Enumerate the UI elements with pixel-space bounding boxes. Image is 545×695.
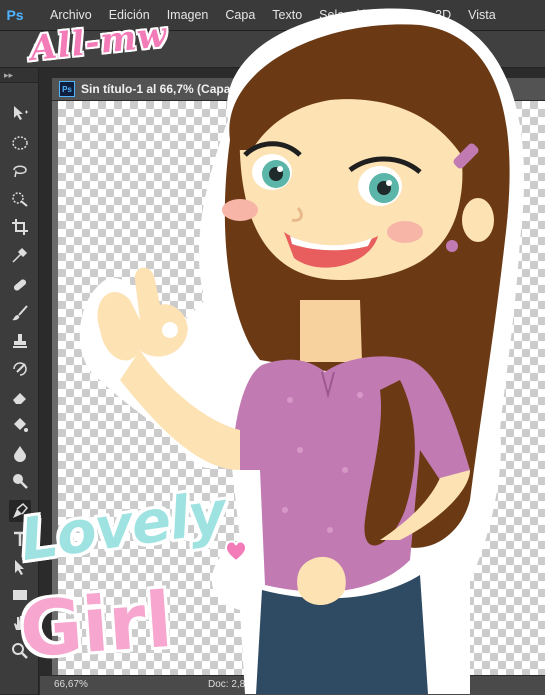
- type-tool-icon[interactable]: [9, 528, 31, 550]
- shape-tool-icon[interactable]: [9, 584, 31, 606]
- stamp-tool-icon[interactable]: [9, 330, 31, 352]
- blur-tool-icon[interactable]: [9, 442, 31, 464]
- quick-select-tool-icon[interactable]: [9, 188, 31, 210]
- move-tool-icon[interactable]: [9, 102, 31, 124]
- status-zoom-level[interactable]: 66,67%: [54, 679, 88, 690]
- path-select-tool-icon[interactable]: [9, 556, 31, 578]
- eyedropper-tool-icon[interactable]: [9, 244, 31, 266]
- pen-tool-icon[interactable]: [9, 500, 31, 522]
- toolbox-collapse-icon[interactable]: ▸▸: [0, 68, 38, 83]
- menu-bar: Ps Archivo Edición Imagen Capa Texto Sel…: [0, 0, 545, 31]
- zoom-tool-icon[interactable]: [9, 640, 31, 662]
- menu-edicion[interactable]: Edición: [109, 8, 150, 22]
- transparent-canvas[interactable]: [58, 101, 545, 675]
- menu-seleccion[interactable]: Selección: [319, 8, 373, 22]
- options-bar: [0, 31, 545, 68]
- healing-brush-tool-icon[interactable]: [9, 274, 31, 296]
- marquee-tool-icon[interactable]: [9, 132, 31, 154]
- menu-capa[interactable]: Capa: [225, 8, 255, 22]
- menu-archivo[interactable]: Archivo: [50, 8, 92, 22]
- menu-filtro[interactable]: Filtro: [390, 8, 418, 22]
- canvas-area[interactable]: [52, 101, 545, 675]
- history-brush-tool-icon[interactable]: [9, 358, 31, 380]
- status-doc-size: Doc: 2,81: [208, 679, 251, 690]
- hand-tool-icon[interactable]: [9, 612, 31, 634]
- paint-bucket-tool-icon[interactable]: [9, 414, 31, 436]
- brush-tool-icon[interactable]: [9, 302, 31, 324]
- psd-file-icon: Ps: [59, 81, 75, 97]
- dodge-tool-icon[interactable]: [9, 470, 31, 492]
- menu-imagen[interactable]: Imagen: [167, 8, 209, 22]
- eraser-tool-icon[interactable]: [9, 386, 31, 408]
- status-bar: 66,67% Doc: 2,81: [40, 675, 545, 695]
- menu-texto[interactable]: Texto: [272, 8, 302, 22]
- pen-tool-preset-icon[interactable]: [26, 39, 46, 59]
- document-tab[interactable]: Ps Sin título-1 al 66,7% (Capa: [52, 78, 545, 101]
- toolbox: ▸▸: [0, 68, 39, 694]
- menu-3d[interactable]: 3D: [435, 8, 451, 22]
- photoshop-logo: Ps: [6, 7, 24, 23]
- document-tab-title: Sin título-1 al 66,7% (Capa: [81, 82, 231, 96]
- menu-vista[interactable]: Vista: [468, 8, 496, 22]
- crop-tool-icon[interactable]: [9, 216, 31, 238]
- lasso-tool-icon[interactable]: [9, 160, 31, 182]
